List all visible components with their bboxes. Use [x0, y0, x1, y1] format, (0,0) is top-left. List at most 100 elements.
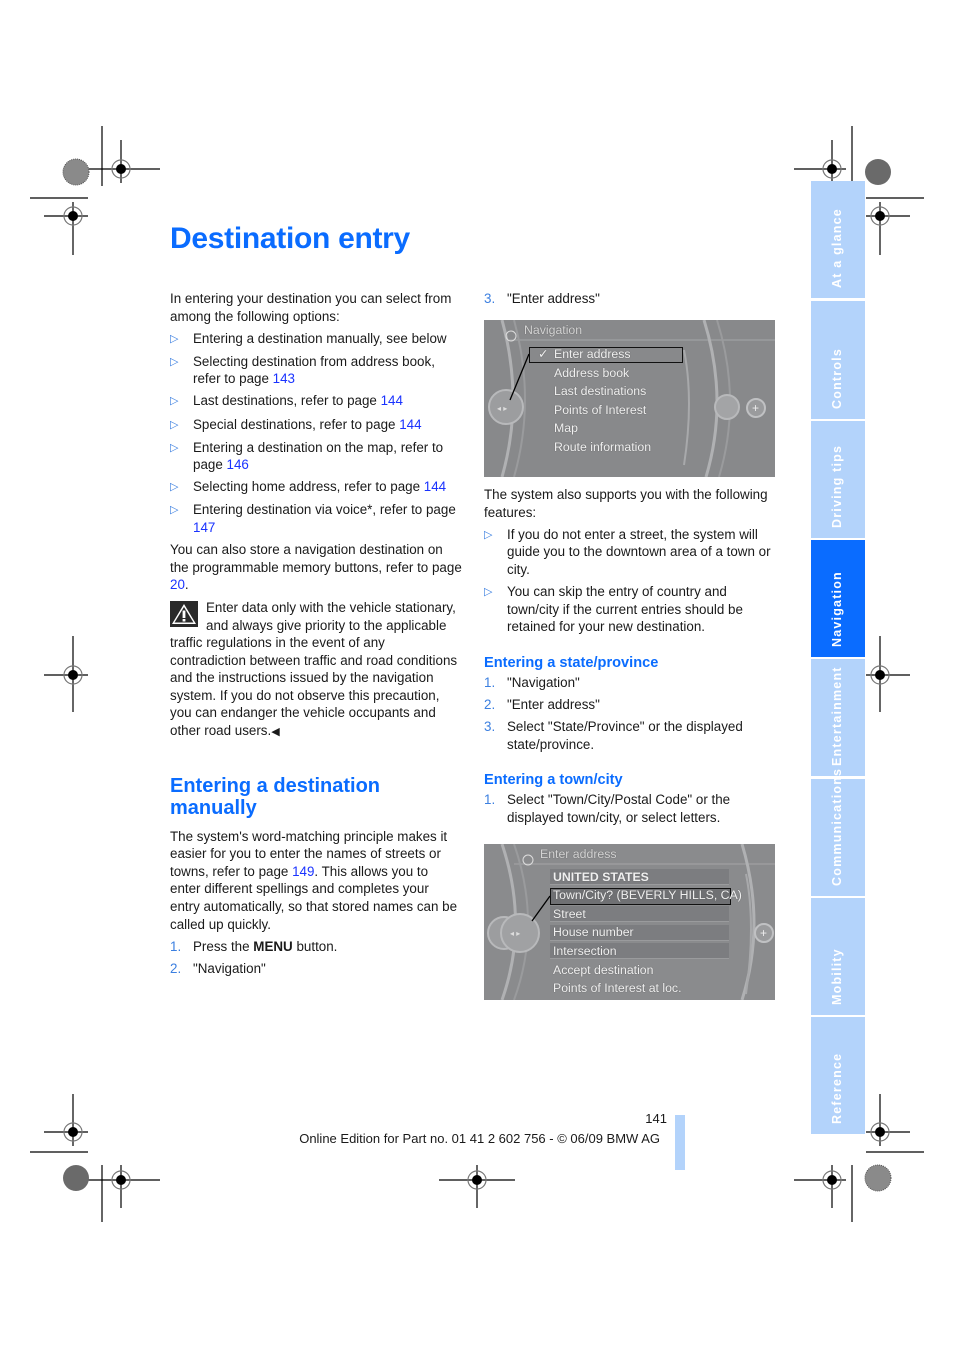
menu-item[interactable]: Intersection — [553, 944, 617, 958]
triangle-bullet-icon: ▷ — [170, 481, 179, 494]
option-item: ▷ Special destinations, refer to page 144 — [170, 416, 462, 435]
menu-item[interactable]: Address book — [554, 366, 629, 380]
svg-text:◂ ▸: ◂ ▸ — [497, 404, 507, 413]
features-intro: The system also supports you with the fo… — [484, 487, 768, 520]
menu-item[interactable]: UNITED STATES — [553, 870, 649, 884]
page-title: Destination entry — [170, 222, 410, 255]
menu-item[interactable]: Points of Interest at loc. — [553, 981, 682, 995]
right-column: 3. "Enter address" — [484, 290, 776, 308]
state-steps: 1. "Navigation" 2. "Enter address" 3. Select … — [484, 674, 776, 753]
step-text: Select "State/Province" or the displayed… — [507, 718, 743, 752]
chapter-tab-label: Mobility — [830, 948, 844, 1006]
option-label: Selecting home address, refer to page — [193, 479, 424, 495]
town-steps: 1. Select "Town/City/Postal Code" or the … — [484, 791, 776, 826]
svg-text:+: + — [760, 926, 767, 940]
option-item: ▷ Entering destination via voice*, refer … — [170, 501, 462, 536]
step-text: Select "Town/City/Postal Code" or the di… — [507, 792, 731, 825]
intro-text: In entering your destination you can sel… — [170, 291, 452, 324]
chapter-tab[interactable]: Entertainment — [811, 659, 865, 777]
page-number: 141 — [645, 1111, 667, 1126]
feature-text: If you do not enter a street, the system… — [507, 526, 771, 577]
triangle-bullet-icon: ▷ — [170, 395, 179, 408]
step-item: 1. Press the MENU button. — [170, 938, 462, 956]
step-number: 2. — [170, 960, 182, 976]
town-heading: Entering a town/city — [484, 772, 623, 789]
chapter-tab-label: At a glance — [830, 208, 844, 289]
option-text: Selecting destination from address book,… — [193, 353, 462, 388]
chapter-tab[interactable]: Navigation — [811, 539, 865, 658]
step-item: 2. "Enter address" — [484, 696, 776, 714]
step-item: 1. "Navigation" — [484, 674, 776, 692]
step-number: 1. — [484, 792, 496, 808]
chapter-tab-label: Communications — [830, 767, 844, 886]
section-paragraph: The system's word-matching principle mak… — [170, 828, 462, 934]
feature-text: You can skip the entry of country and to… — [507, 583, 743, 635]
screen-header: Enter address — [540, 847, 617, 861]
step-text: "Enter address" — [507, 696, 600, 712]
triangle-bullet-icon: ▷ — [170, 332, 179, 345]
page-link[interactable]: 20 — [170, 577, 185, 592]
step-text-post: button. — [292, 938, 338, 954]
feature-item: ▷ If you do not enter a street, the syste… — [484, 526, 776, 579]
option-item: ▷ Entering a destination on the map, refe… — [170, 439, 462, 474]
option-item: ▷ Entering a destination manually, see be… — [170, 330, 462, 349]
option-text: Entering a destination on the map, refer… — [193, 439, 462, 474]
step-number: 1. — [170, 938, 182, 954]
triangle-bullet-icon: ▷ — [484, 528, 493, 541]
page-link[interactable]: 149 — [292, 864, 314, 879]
menu-item[interactable]: Accept destination — [553, 963, 654, 977]
step-number: 2. — [484, 696, 496, 712]
triangle-bullet-icon: ▷ — [484, 585, 493, 598]
features-list: ▷ If you do not enter a street, the syste… — [484, 526, 776, 636]
menu-item[interactable]: House number — [553, 925, 634, 939]
menu-item[interactable]: Last destinations — [554, 384, 646, 398]
button-name: MENU — [253, 938, 293, 954]
section-heading: Entering a destination manually — [170, 774, 381, 819]
chapter-tab-label: Navigation — [830, 571, 844, 648]
screen-header: Navigation — [524, 323, 583, 337]
menu-item[interactable]: Enter address — [554, 347, 631, 361]
warning-text: Enter data only with the vehicle station… — [170, 599, 458, 739]
option-label: Selecting destination from address book,… — [193, 353, 435, 387]
option-item: ▷ Last destinations, refer to page 144 — [170, 392, 462, 411]
page-link[interactable]: 147 — [193, 520, 215, 535]
menu-item[interactable]: Map — [554, 421, 578, 435]
option-text: Selecting home address, refer to page 14… — [193, 478, 446, 497]
menu-item[interactable]: Route information — [554, 440, 651, 454]
chapter-tab[interactable]: Mobility — [811, 897, 865, 1016]
step-number: 1. — [484, 674, 496, 690]
page-link[interactable]: 144 — [381, 393, 403, 408]
option-label: Entering a destination manually, see bel… — [193, 330, 447, 346]
step-text-pre: Press the — [193, 938, 254, 954]
option-item: ▷ Selecting destination from address book… — [170, 353, 462, 388]
triangle-bullet-icon: ▷ — [170, 504, 179, 517]
step-item: 3. Select "State/Province" or the display… — [484, 718, 776, 753]
menu-item[interactable]: Points of Interest — [554, 403, 646, 417]
chapter-tab-label: Driving tips — [830, 444, 844, 528]
right-column-lower: The system also supports you with the fo… — [484, 486, 776, 826]
steps-list: 1. Press the MENU button. 2. "Navigation" — [170, 938, 462, 978]
page-link[interactable]: 144 — [424, 479, 446, 494]
chapter-tab[interactable]: Communications — [811, 768, 865, 896]
chapter-tab[interactable]: At a glance — [811, 181, 865, 299]
triangle-bullet-icon: ▷ — [170, 441, 179, 454]
idrive-screen-navigation: + ◂ ▸ Navigation ✓ Enter address Address … — [484, 320, 775, 477]
option-text: Entering destination via voice*, refer t… — [193, 501, 462, 536]
chapter-tab[interactable]: Controls — [811, 301, 865, 419]
option-text: Special destinations, refer to page 144 — [193, 416, 422, 435]
state-heading: Entering a state/province — [484, 654, 659, 671]
menu-item[interactable]: Town/City? (BEVERLY HILLS, CA) — [553, 888, 742, 902]
menu-item[interactable]: Street — [553, 907, 586, 921]
footer-text: Online Edition for Part no. 01 41 2 602 … — [299, 1131, 660, 1146]
chapter-tab[interactable]: Reference — [811, 1017, 865, 1135]
page-link[interactable]: 146 — [227, 457, 249, 472]
option-label: Entering destination via voice*, refer t… — [193, 502, 456, 518]
page-link[interactable]: 144 — [399, 417, 421, 432]
option-item: ▷ Selecting home address, refer to page 1… — [170, 478, 462, 497]
page-link[interactable]: 143 — [273, 371, 295, 386]
warning-icon — [170, 600, 198, 627]
left-column: In entering your destination you can sel… — [170, 290, 462, 977]
chapter-tab[interactable]: Driving tips — [811, 420, 865, 538]
step-number: 3. — [484, 718, 496, 734]
svg-text:◂ ▸: ◂ ▸ — [510, 929, 520, 938]
